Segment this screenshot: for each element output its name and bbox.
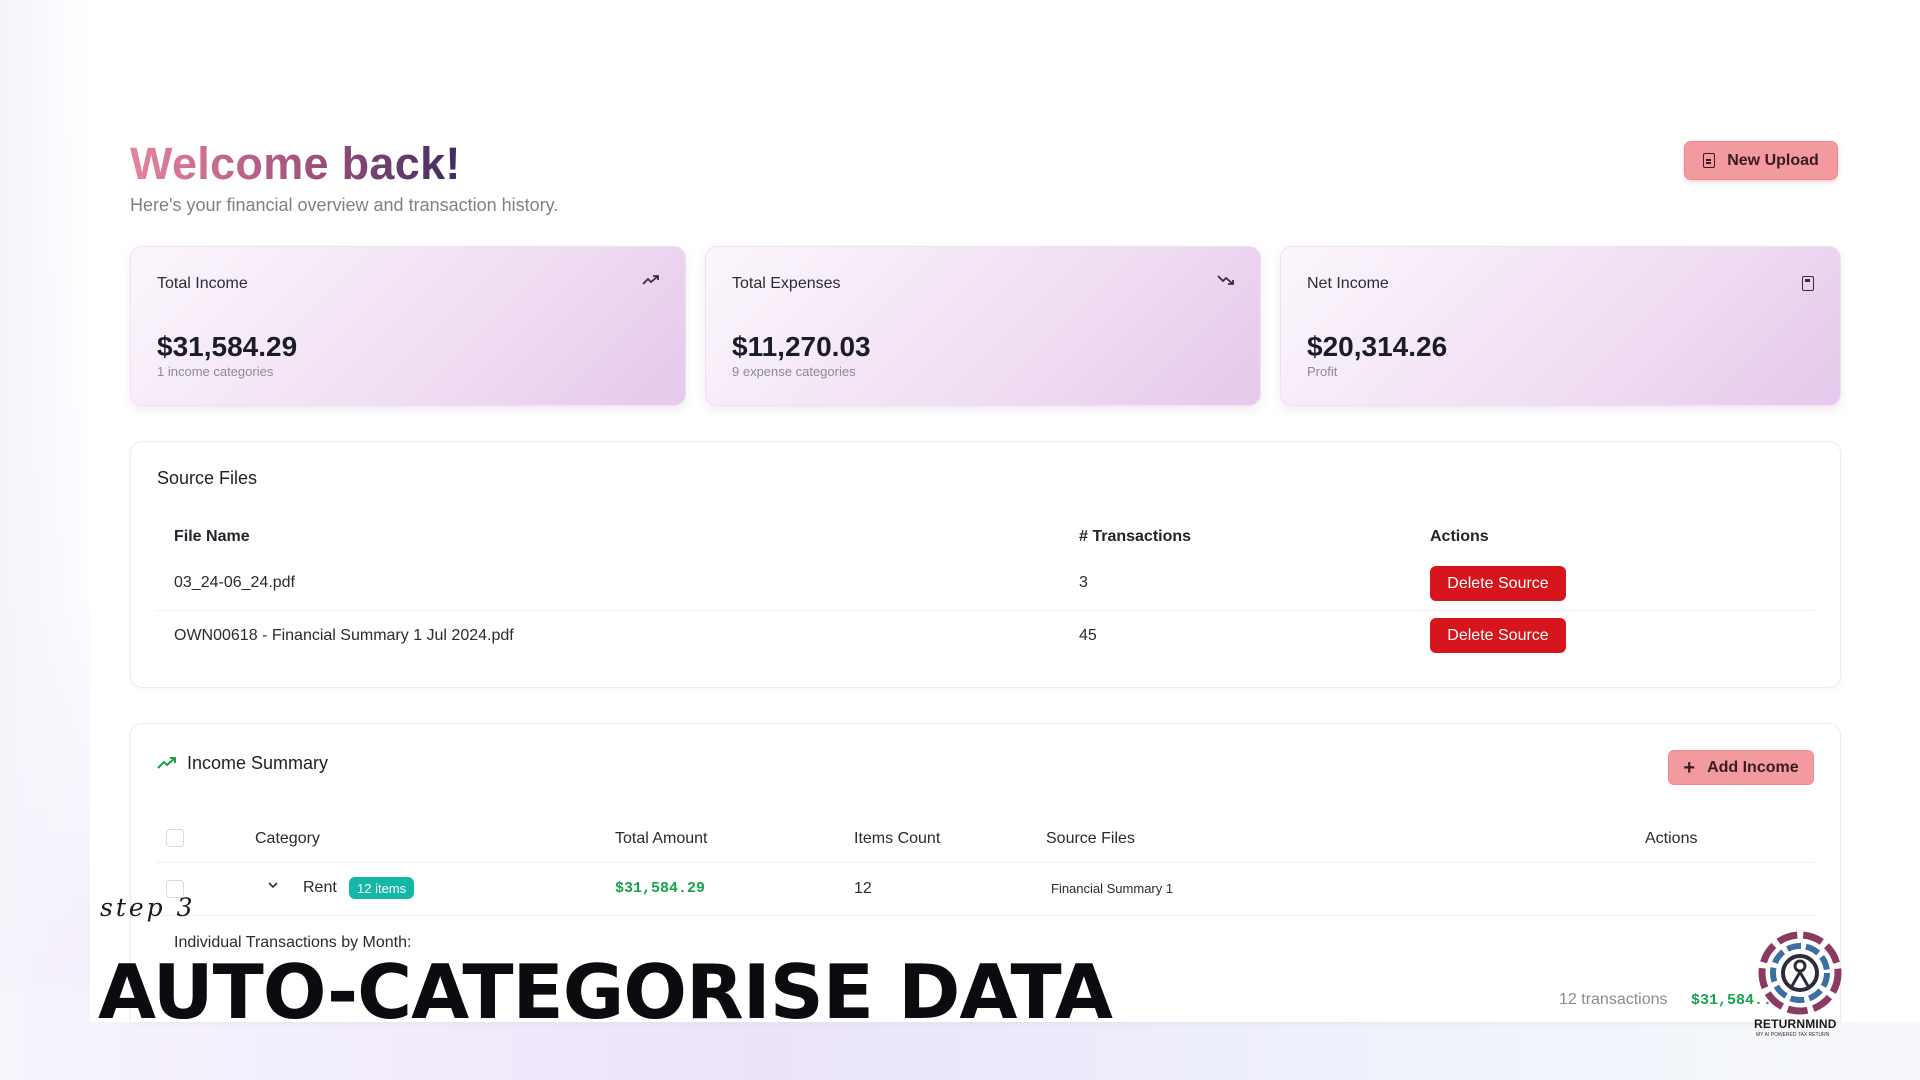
income-summary-title: Income Summary [187, 753, 329, 773]
new-upload-label: New Upload [1727, 151, 1819, 169]
row-divider [157, 915, 1815, 916]
row-divider [157, 610, 1815, 611]
column-items-count: Items Count [854, 830, 941, 847]
document-icon [1703, 153, 1716, 168]
card-value: $20,314.26 [1307, 331, 1448, 362]
card-subtext: 9 expense categories [732, 364, 856, 379]
card-subtext: Profit [1307, 364, 1338, 379]
column-transactions: # Transactions [1079, 528, 1192, 545]
trend-down-icon [1216, 273, 1236, 291]
total-amount-cell: $31,584.29 [615, 880, 706, 897]
delete-source-button[interactable]: Delete Source [1430, 618, 1566, 653]
category-cell: Rent [303, 879, 337, 896]
card-label: Net Income [1307, 275, 1389, 292]
items-count-cell: 12 [854, 880, 872, 897]
transactions-cell: 45 [1079, 627, 1097, 644]
card-label: Total Expenses [732, 275, 841, 292]
items-badge: 12 items [349, 877, 415, 899]
plus-icon: + [1683, 756, 1696, 779]
total-income-card: Total Income $31,584.29 1 income categor… [130, 246, 686, 406]
source-files-cell: Financial Summary 1 [1051, 881, 1174, 896]
trend-up-icon [157, 756, 177, 775]
source-files-title: Source Files [157, 468, 258, 488]
column-total-amount: Total Amount [615, 830, 708, 847]
card-value: $11,270.03 [732, 331, 871, 362]
overlay-headline: AUTO-CATEGORISE DATA [98, 948, 1113, 1036]
source-files-panel: Source Files File Name # Transactions Ac… [130, 441, 1841, 688]
row-divider [157, 862, 1815, 863]
card-subtext: 1 income categories [157, 364, 274, 379]
card-value: $31,584.29 [157, 331, 298, 362]
add-income-button[interactable]: + Add Income [1668, 750, 1814, 785]
file-name-cell: 03_24-06_24.pdf [174, 574, 295, 591]
step-label: step 3 [100, 893, 196, 922]
total-expenses-card: Total Expenses $11,270.03 9 expense cate… [705, 246, 1261, 406]
column-source-files: Source Files [1046, 830, 1135, 847]
trend-up-icon [641, 273, 661, 291]
column-file-name: File Name [174, 528, 250, 545]
column-category: Category [255, 830, 320, 847]
delete-source-button[interactable]: Delete Source [1430, 566, 1566, 601]
page-title: Welcome back! [130, 138, 461, 189]
select-all-checkbox[interactable] [166, 829, 184, 847]
calculator-icon [1802, 276, 1814, 291]
page-subtitle: Here's your financial overview and trans… [130, 195, 559, 215]
brand-name: RETURNMIND [1754, 1017, 1837, 1031]
column-actions: Actions [1645, 830, 1698, 847]
card-label: Total Income [157, 275, 248, 292]
file-name-cell: OWN00618 - Financial Summary 1 Jul 2024.… [174, 627, 514, 644]
new-upload-button[interactable]: New Upload [1684, 141, 1838, 180]
add-income-label: Add Income [1707, 758, 1799, 776]
net-income-card: Net Income $20,314.26 Profit [1280, 246, 1841, 406]
transactions-cell: 3 [1079, 574, 1088, 591]
transactions-count: 12 transactions [1559, 991, 1668, 1008]
left-edge-fade [0, 0, 90, 1080]
brand-tagline: MY AI POWERED TAX RETURN [1756, 1032, 1830, 1038]
column-actions: Actions [1430, 528, 1489, 545]
chevron-down-icon[interactable] [267, 877, 279, 895]
